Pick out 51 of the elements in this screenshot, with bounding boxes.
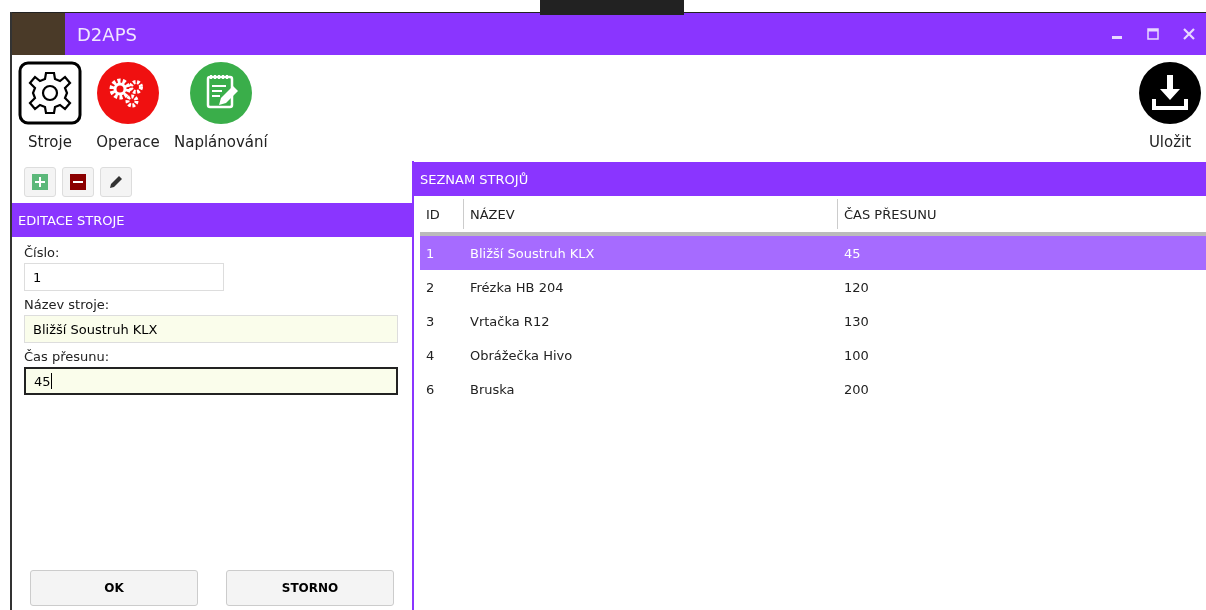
table-row[interactable]: 3 Vrtačka R12 130 bbox=[420, 304, 1206, 338]
column-header[interactable]: NÁZEV bbox=[464, 199, 838, 229]
form-button[interactable]: STORNO bbox=[226, 570, 394, 606]
notepad-icon bbox=[188, 61, 253, 125]
column-header[interactable]: ČAS PŘESUNU bbox=[838, 199, 1206, 229]
table-cell-text: 1 bbox=[425, 245, 436, 261]
field-label: Název stroje: bbox=[24, 297, 111, 312]
table-cell-text: 2 bbox=[425, 279, 436, 295]
table-cell-text: 45 bbox=[843, 245, 862, 261]
table-cell-text: 6 bbox=[425, 381, 436, 397]
table-cell-text: 120 bbox=[843, 279, 870, 295]
save-button[interactable]: Uložit bbox=[1138, 61, 1202, 161]
table-cell-text: 200 bbox=[843, 381, 870, 397]
table-cell-text: Vrtačka R12 bbox=[469, 313, 551, 329]
input-field[interactable]: 45 bbox=[24, 367, 398, 395]
column-header[interactable]: ID bbox=[420, 199, 464, 229]
drag-handle[interactable] bbox=[540, 0, 684, 15]
plus-icon bbox=[32, 174, 48, 190]
gears-icon bbox=[96, 61, 160, 125]
toolbar-button[interactable]: Operace bbox=[96, 61, 160, 161]
field-label: Číslo: bbox=[24, 245, 61, 260]
table-row[interactable]: 2 Frézka HB 204 120 bbox=[420, 270, 1206, 304]
add-button[interactable] bbox=[24, 167, 56, 197]
maximize-icon[interactable] bbox=[1146, 27, 1160, 41]
remove-button[interactable] bbox=[62, 167, 94, 197]
window-title: D2APS bbox=[77, 23, 137, 45]
input-field[interactable]: 1 bbox=[24, 263, 224, 291]
input-field[interactable]: Bližší Soustruh KLX bbox=[24, 315, 398, 343]
field-label: Čas přesunu: bbox=[24, 349, 111, 364]
pencil-icon bbox=[108, 174, 124, 190]
table-cell-text: 3 bbox=[425, 313, 436, 329]
gear-icon bbox=[18, 61, 82, 125]
close-icon[interactable] bbox=[1182, 27, 1196, 41]
toolbar-button[interactable]: Stroje bbox=[18, 61, 82, 161]
download-icon bbox=[1138, 61, 1202, 125]
minus-icon bbox=[70, 174, 86, 190]
table-cell-text: Frézka HB 204 bbox=[469, 279, 565, 295]
panel-header: EDITACE STROJE bbox=[12, 203, 412, 237]
table-cell-text: 4 bbox=[425, 347, 436, 363]
table-cell-text: Bližší Soustruh KLX bbox=[469, 245, 596, 261]
table-row[interactable]: 4 Obrážečka Hivo 100 bbox=[420, 338, 1206, 372]
edit-button[interactable] bbox=[100, 167, 132, 197]
panel-header: SEZNAM STROJŮ bbox=[414, 162, 1206, 196]
table-cell-text: Bruska bbox=[469, 381, 516, 397]
table-row[interactable]: 6 Bruska 200 bbox=[420, 372, 1206, 406]
photo-placeholder bbox=[12, 13, 65, 55]
table-cell-text: Obrážečka Hivo bbox=[469, 347, 574, 363]
toolbar-button[interactable]: Naplánování bbox=[174, 61, 268, 161]
table-cell-text: 130 bbox=[843, 313, 870, 329]
table-cell-text: 100 bbox=[843, 347, 870, 363]
form-button[interactable]: OK bbox=[30, 570, 198, 606]
